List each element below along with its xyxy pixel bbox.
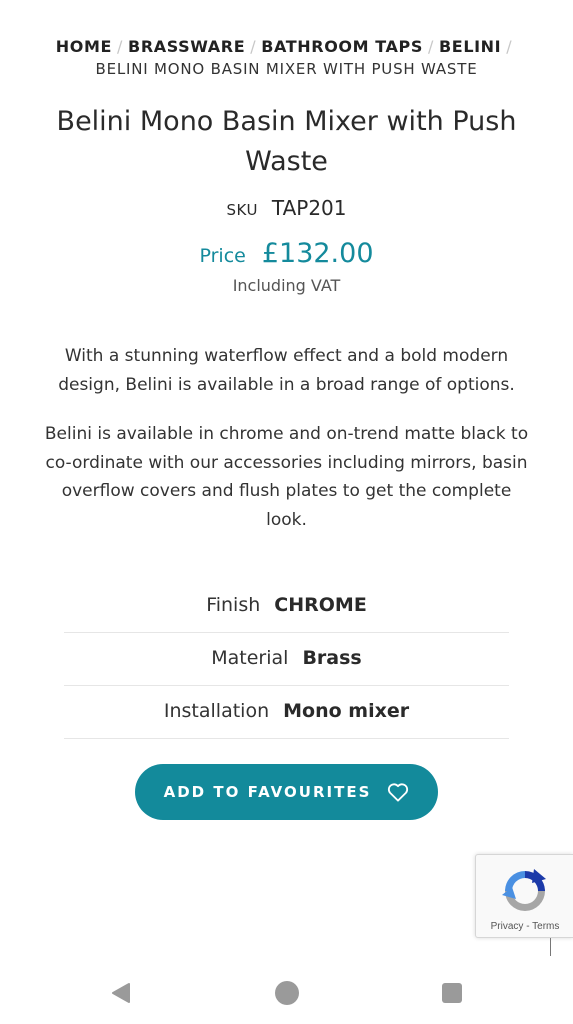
recaptcha-privacy-link[interactable]: Privacy: [491, 921, 524, 932]
price-value: £132.00: [261, 238, 374, 269]
spec-row-installation: Installation Mono mixer: [64, 686, 509, 739]
back-triangle-icon[interactable]: [108, 980, 134, 1006]
spec-label: Finish: [206, 594, 261, 616]
spec-label: Material: [211, 647, 289, 669]
product-title: Belini Mono Basin Mixer with Push Waste: [56, 106, 517, 177]
add-to-favourites-label: ADD TO FAVOURITES: [163, 783, 372, 801]
recents-square-icon[interactable]: [439, 980, 465, 1006]
breadcrumb-bathroom-taps[interactable]: BATHROOM TAPS: [261, 37, 423, 56]
product-price: Price £132.00: [0, 238, 573, 269]
recaptcha-links: Privacy - Terms: [476, 921, 573, 932]
spec-value: Brass: [302, 647, 362, 669]
spec-row-finish: Finish CHROME: [64, 580, 509, 633]
add-to-favourites-button[interactable]: ADD TO FAVOURITES: [135, 764, 438, 820]
breadcrumb-separator: /: [428, 37, 434, 56]
breadcrumb-home[interactable]: HOME: [56, 37, 112, 56]
product-sku: SKU TAP201: [0, 196, 573, 220]
sku-label: SKU: [226, 201, 258, 219]
breadcrumb-current: BELINI MONO BASIN MIXER WITH PUSH WASTE: [95, 60, 478, 78]
breadcrumb-separator: /: [506, 37, 513, 56]
heart-outline-icon: [387, 782, 409, 802]
recaptcha-separator: -: [526, 921, 530, 932]
breadcrumb-links: HOME / BRASSWARE / BATHROOM TAPS / BELINI /: [0, 36, 573, 58]
sku-value: TAP201: [271, 196, 347, 220]
price-label: Price: [199, 245, 246, 267]
recaptcha-badge[interactable]: Privacy - Terms: [475, 854, 573, 938]
spec-table: Finish CHROME Material Brass Installation M…: [64, 580, 509, 739]
spec-value: CHROME: [274, 594, 367, 616]
vat-note: Including VAT: [232, 276, 341, 295]
home-circle-icon[interactable]: [274, 980, 300, 1006]
breadcrumb: HOME / BRASSWARE / BATHROOM TAPS / BELINI / BEL…: [0, 36, 573, 80]
description-paragraph: Belini is available in chrome and on-tre…: [44, 424, 529, 530]
divider: [550, 938, 551, 956]
breadcrumb-belini[interactable]: BELINI: [439, 37, 501, 56]
breadcrumb-separator: /: [117, 37, 124, 56]
breadcrumb-brassware[interactable]: BRASSWARE: [128, 37, 245, 56]
spec-value: Mono mixer: [283, 700, 410, 722]
recaptcha-terms-link[interactable]: Terms: [532, 921, 559, 932]
description-paragraph: With a stunning waterflow effect and a b…: [58, 346, 515, 395]
spec-row-material: Material Brass: [64, 633, 509, 686]
system-navigation-bar: [0, 960, 573, 1024]
recaptcha-logo-icon: [498, 865, 552, 921]
spec-label: Installation: [163, 700, 270, 722]
breadcrumb-separator: /: [250, 37, 257, 56]
